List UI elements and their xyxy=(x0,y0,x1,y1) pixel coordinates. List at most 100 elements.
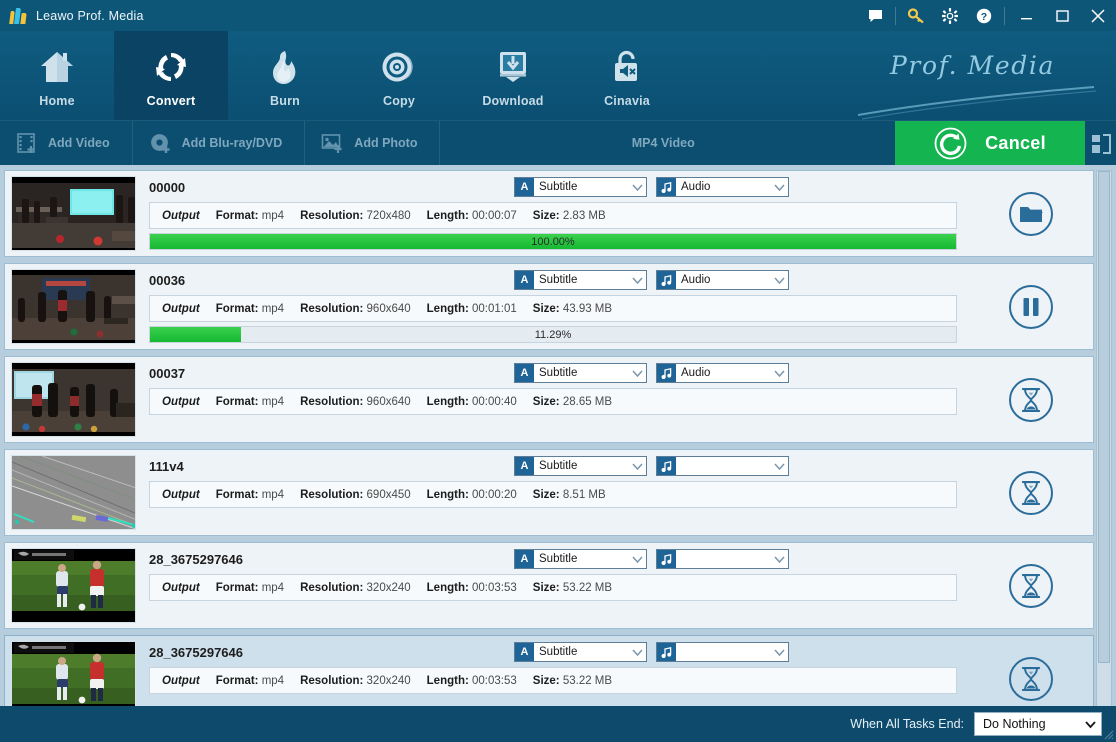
hourglass-button[interactable] xyxy=(1009,470,1053,515)
task-row[interactable]: 00037 A Subtitle Audio Output Format: mp… xyxy=(4,356,1094,443)
audio-select[interactable] xyxy=(656,642,789,662)
task-row[interactable]: 00036 A Subtitle Audio Output Format: mp… xyxy=(4,263,1094,350)
resolution-value: 960x640 xyxy=(366,302,411,315)
size-value: 43.93 MB xyxy=(562,302,613,315)
task-output-info: Output Format: mp4 Resolution: 320x240 L… xyxy=(149,574,957,601)
size-label: Size: xyxy=(532,488,560,501)
length-value: 00:03:53 xyxy=(472,581,517,594)
subtitle-select[interactable]: A Subtitle xyxy=(514,456,647,476)
gear-icon[interactable] xyxy=(933,0,967,31)
task-thumbnail[interactable] xyxy=(11,176,136,251)
size-field: Size: 53.22 MB xyxy=(533,675,612,687)
nav-item-copy[interactable]: Copy xyxy=(342,31,456,120)
subtitle-select[interactable]: A Subtitle xyxy=(514,642,647,662)
chevron-down-icon xyxy=(770,178,788,196)
audio-select[interactable]: Audio xyxy=(656,270,789,290)
resize-grip[interactable] xyxy=(1101,727,1114,740)
subtitle-A-icon: A xyxy=(515,550,534,568)
task-action xyxy=(969,171,1093,256)
subtitle-value: Subtitle xyxy=(539,553,578,565)
resolution-label: Resolution: xyxy=(300,488,364,501)
close-button[interactable] xyxy=(1080,0,1116,31)
hourglass-button[interactable] xyxy=(1009,377,1053,422)
subtitle-value: Subtitle xyxy=(539,274,578,286)
track-selectors: A Subtitle xyxy=(514,549,789,569)
nav-item-download[interactable]: Download xyxy=(456,31,570,120)
subtitle-select[interactable]: A Subtitle xyxy=(514,549,647,569)
subtitle-value: Subtitle xyxy=(539,646,578,658)
resolution-label: Resolution: xyxy=(300,674,364,687)
length-field: Length: 00:00:20 xyxy=(427,489,517,501)
size-label: Size: xyxy=(532,581,560,594)
application-window: Leawo Prof. Media ? Home Convert Burn Co… xyxy=(0,0,1116,742)
chevron-down-icon xyxy=(770,550,788,568)
vertical-scrollbar[interactable] xyxy=(1096,170,1112,737)
audio-note-icon xyxy=(657,271,676,289)
divider xyxy=(895,6,896,25)
resolution-field: Resolution: 690x450 xyxy=(300,489,411,501)
size-value: 2.83 MB xyxy=(562,209,606,222)
nav-item-home[interactable]: Home xyxy=(0,31,114,120)
format-label: Format: xyxy=(215,674,259,687)
track-selectors: A Subtitle Audio xyxy=(514,363,789,383)
audio-value xyxy=(676,550,770,568)
task-action xyxy=(969,357,1093,442)
hourglass-button[interactable] xyxy=(1009,563,1053,608)
task-row[interactable]: 00000 A Subtitle Audio Output Format: mp… xyxy=(4,170,1094,257)
audio-select[interactable]: Audio xyxy=(656,363,789,383)
key-icon[interactable] xyxy=(899,0,933,31)
expand-panel-button[interactable] xyxy=(1085,121,1116,166)
task-row[interactable]: 111v4 A Subtitle Output Format: mp4 Reso… xyxy=(4,449,1094,536)
task-details: 00000 A Subtitle Audio Output Format: mp… xyxy=(141,171,969,256)
nav-label: Cinavia xyxy=(604,94,650,108)
add-photo-button[interactable]: Add Photo xyxy=(305,121,441,165)
task-output-info: Output Format: mp4 Resolution: 720x480 L… xyxy=(149,202,957,229)
cancel-button[interactable]: Cancel xyxy=(895,121,1085,166)
help-icon[interactable]: ? xyxy=(967,0,1001,31)
task-thumbnail[interactable] xyxy=(11,548,136,623)
audio-select[interactable] xyxy=(656,456,789,476)
add-bluray-dvd-button[interactable]: Add Blu-ray/DVD xyxy=(133,121,306,165)
format-value: mp4 xyxy=(261,488,285,501)
scrollbar-thumb[interactable] xyxy=(1098,171,1110,663)
task-list-area: 00000 A Subtitle Audio Output Format: mp… xyxy=(0,165,1116,737)
resolution-label: Resolution: xyxy=(300,395,364,408)
audio-select[interactable]: Audio xyxy=(656,177,789,197)
task-thumbnail[interactable] xyxy=(11,362,136,437)
audio-select[interactable] xyxy=(656,549,789,569)
task-action xyxy=(969,450,1093,535)
task-thumbnail[interactable] xyxy=(11,455,136,530)
pause-icon xyxy=(1022,297,1040,317)
subtitle-select[interactable]: A Subtitle xyxy=(514,363,647,383)
resolution-value: 960x640 xyxy=(366,395,411,408)
expand-icon xyxy=(1091,133,1111,154)
size-value: 8.51 MB xyxy=(562,488,606,501)
when-all-tasks-end-select[interactable]: Do Nothing xyxy=(974,712,1102,736)
task-thumbnail[interactable] xyxy=(11,269,136,344)
nav-item-cinavia[interactable]: Cinavia xyxy=(570,31,684,120)
subtitle-select[interactable]: A Subtitle xyxy=(514,177,647,197)
task-row[interactable]: 28_3675297646 A Subtitle Output Format: … xyxy=(4,542,1094,629)
pause-button[interactable] xyxy=(1009,284,1053,329)
hourglass-button[interactable] xyxy=(1009,656,1053,701)
size-field: Size: 53.22 MB xyxy=(533,582,612,594)
add-video-button[interactable]: Add Video xyxy=(0,121,133,165)
size-label: Size: xyxy=(532,302,560,315)
format-value: mp4 xyxy=(261,674,285,687)
nav-item-burn[interactable]: Burn xyxy=(228,31,342,120)
status-bar: When All Tasks End: Do Nothing xyxy=(0,706,1116,742)
chevron-down-icon xyxy=(1084,720,1097,729)
resolution-field: Resolution: 320x240 xyxy=(300,675,411,687)
leawo-bars-logo-icon xyxy=(9,7,27,24)
feedback-icon[interactable] xyxy=(858,0,892,31)
download-icon xyxy=(495,47,531,87)
open-folder-button[interactable] xyxy=(1009,191,1053,236)
maximize-button[interactable] xyxy=(1044,0,1080,31)
audio-value: Audio xyxy=(681,274,711,286)
minimize-button[interactable] xyxy=(1008,0,1044,31)
task-thumbnail[interactable] xyxy=(11,641,136,716)
subtitle-select[interactable]: A Subtitle xyxy=(514,270,647,290)
chevron-down-icon xyxy=(770,271,788,289)
chevron-down-icon xyxy=(628,457,646,475)
nav-item-convert[interactable]: Convert xyxy=(114,31,228,120)
